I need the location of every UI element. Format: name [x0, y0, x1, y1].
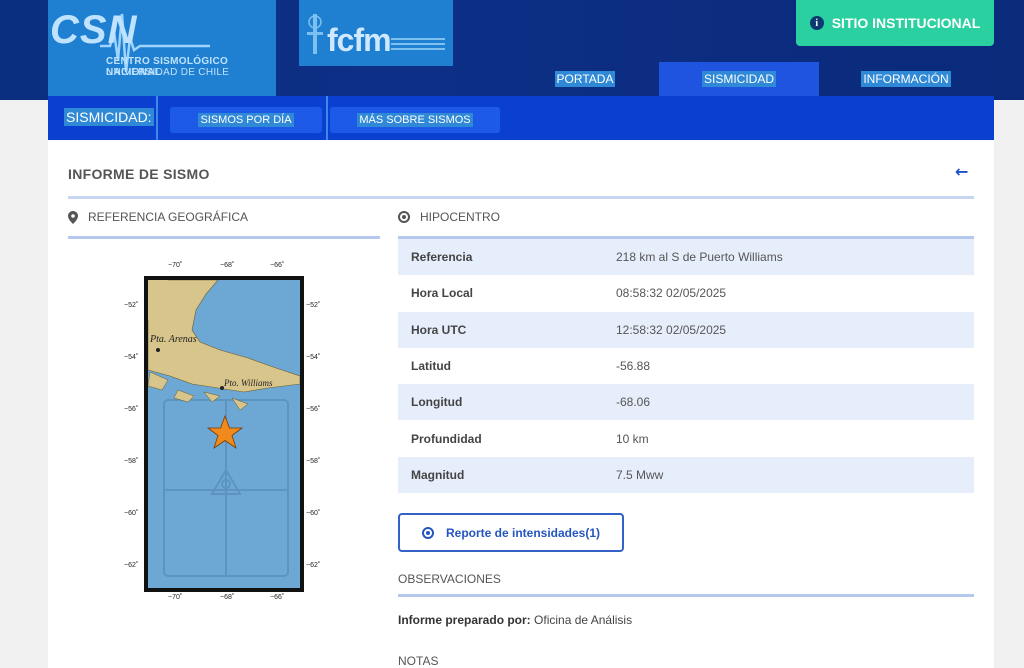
map-pin-icon [68, 210, 78, 224]
map-y-tick: −56˚ [124, 406, 139, 413]
section-subnav: SISMICIDAD: SISMOS POR DÍA MÁS SOBRE SIS… [48, 96, 994, 140]
map-x-tick: −70˚ [168, 594, 183, 601]
geo-reference-label: REFERENCIA GEOGRÁFICA [88, 210, 249, 224]
report-panel: INFORME DE SISMO ← REFERENCIA GEOGRÁFICA… [48, 140, 994, 668]
page-title: INFORME DE SISMO [68, 166, 210, 182]
row-value: 218 km al S de Puerto Williams [616, 250, 783, 265]
row-value: 7.5 Mww [616, 467, 664, 482]
table-row: Referencia 218 km al S de Puerto William… [398, 239, 974, 276]
hypocenter-table: Referencia 218 km al S de Puerto William… [398, 239, 974, 494]
row-key: Profundidad [411, 431, 482, 446]
place-label: Pto. Williams [223, 378, 273, 388]
nav-tab-sismicidad[interactable]: SISMICIDAD [659, 62, 819, 96]
map-x-tick: −66˚ [270, 594, 285, 601]
map-x-tick: −66˚ [270, 262, 285, 269]
sismos-por-dia-button[interactable]: SISMOS POR DÍA [170, 107, 322, 133]
table-row: Longitud -68.06 [398, 384, 974, 421]
title-divider [68, 196, 974, 199]
institutional-site-button[interactable]: i SITIO INSTITUCIONAL [796, 0, 994, 46]
table-row: Magnitud 7.5 Mww [398, 456, 974, 494]
fcfm-logo-subtitle [391, 38, 445, 53]
csn-logo-line2: UNIVERSIDAD DE CHILE [106, 67, 230, 78]
map-y-tick: −56˚ [306, 406, 321, 413]
fcfm-wordmark: fcfm [327, 22, 392, 58]
map-y-tick: −58˚ [306, 458, 321, 465]
university-emblem-icon [307, 14, 323, 54]
csn-logo[interactable]: CSN CENTRO SISMOLÓGICO NACIONAL UNIVERSI… [48, 0, 276, 96]
nav-tab-label: PORTADA [554, 71, 616, 87]
map-x-tick: −68˚ [220, 594, 235, 601]
observations-heading: OBSERVACIONES [398, 572, 501, 586]
csn-wordmark: CSN [50, 8, 138, 52]
table-row: Latitud -56.88 [398, 348, 974, 384]
target-icon [398, 211, 410, 223]
geo-divider [68, 236, 380, 239]
geo-reference-heading: REFERENCIA GEOGRÁFICA [68, 210, 248, 224]
table-row: Hora UTC 12:58:32 02/05/2025 [398, 311, 974, 348]
sismos-por-dia-label: SISMOS POR DÍA [198, 113, 294, 127]
notes-heading: NOTAS [398, 654, 439, 668]
row-value: 12:58:32 02/05/2025 [616, 322, 727, 337]
row-value: 08:58:32 02/05/2025 [616, 286, 727, 301]
nav-tab-portada[interactable]: PORTADA [536, 62, 634, 96]
map-canvas: Pta. Arenas Pto. Williams [144, 276, 304, 592]
observations-divider [398, 594, 974, 597]
nav-tab-informacion[interactable]: INFORMACIÓN [834, 62, 978, 96]
table-row: Hora Local 08:58:32 02/05/2025 [398, 275, 974, 311]
map-y-tick: −58˚ [124, 458, 139, 465]
map-graphic: Pta. Arenas Pto. Williams [148, 280, 300, 577]
subnav-divider [326, 96, 328, 140]
nav-tab-label: SISMICIDAD [701, 71, 776, 87]
row-value: -56.88 [616, 359, 651, 374]
target-icon [421, 526, 434, 539]
map-x-tick: −68˚ [220, 262, 235, 269]
subnav-divider [156, 96, 158, 140]
map-y-tick: −54˚ [306, 354, 321, 361]
place-label: Pta. Arenas [149, 334, 197, 345]
map-y-tick: −54˚ [124, 354, 139, 361]
row-value: 10 km [616, 431, 649, 446]
intensity-report-button[interactable]: Reporte de intensidades(1) [398, 513, 624, 552]
map-y-tick: −60˚ [124, 510, 139, 517]
row-key: Latitud [411, 359, 451, 374]
row-key: Hora UTC [411, 322, 467, 337]
row-key: Hora Local [411, 286, 474, 301]
intensity-report-label: Reporte de intensidades(1) [445, 525, 601, 540]
mas-sobre-sismos-label: MÁS SOBRE SISMOS [357, 113, 473, 127]
row-value: -68.06 [616, 395, 651, 410]
map-y-tick: −62˚ [306, 562, 321, 569]
subnav-label: SISMICIDAD: [64, 108, 154, 126]
hypocenter-heading: HIPOCENTRO [398, 210, 500, 224]
row-key: Longitud [411, 395, 463, 410]
map-y-tick: −62˚ [124, 562, 139, 569]
nav-tab-label: INFORMACIÓN [861, 71, 951, 87]
prepared-by-value: Oficina de Análisis [534, 613, 633, 627]
site-header: CSN CENTRO SISMOLÓGICO NACIONAL UNIVERSI… [0, 0, 1024, 100]
info-icon: i [809, 16, 824, 30]
map-y-tick: −52˚ [124, 302, 139, 309]
back-arrow-icon[interactable]: ← [955, 162, 968, 181]
row-key: Magnitud [411, 467, 465, 482]
prepared-by-label: Informe preparado por: [398, 613, 531, 627]
map-x-tick: −70˚ [168, 262, 183, 269]
map-y-tick: −52˚ [306, 302, 321, 309]
map-y-tick: −60˚ [306, 510, 321, 517]
row-key: Referencia [411, 250, 473, 265]
prepared-by: Informe preparado por: Oficina de Anális… [398, 613, 632, 627]
institutional-site-label: SITIO INSTITUCIONAL [831, 15, 981, 31]
epicenter-map: −70˚ −68˚ −66˚ −70˚ −68˚ −66˚ −52˚ −54˚ … [108, 262, 321, 612]
fcfm-logo[interactable]: fcfm [299, 0, 453, 66]
mas-sobre-sismos-button[interactable]: MÁS SOBRE SISMOS [330, 107, 500, 133]
hypocenter-label: HIPOCENTRO [420, 210, 501, 224]
table-row: Profundidad 10 km [398, 420, 974, 456]
